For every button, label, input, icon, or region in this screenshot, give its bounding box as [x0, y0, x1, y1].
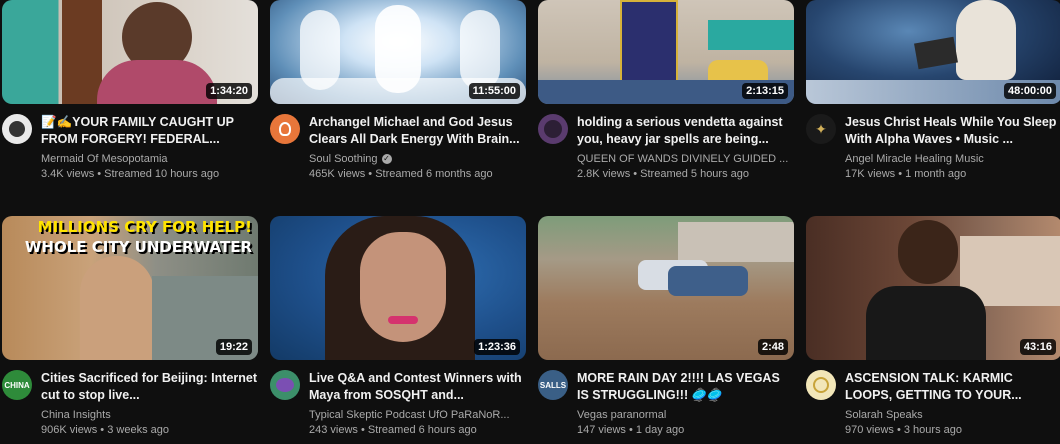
video-thumbnail[interactable]: 2:48 [538, 216, 794, 360]
video-title[interactable]: Cities Sacrificed for Beijing: Internet … [41, 370, 258, 404]
video-card[interactable]: MILLIONS CRY FOR HELP! WHOLE CITY UNDERW… [2, 216, 258, 438]
channel-name[interactable]: China Insights [41, 408, 258, 422]
video-stats: 465K views • Streamed 6 months ago [309, 168, 493, 180]
video-duration: 2:48 [757, 339, 788, 355]
video-duration: 48:00:00 [1003, 83, 1056, 99]
video-title[interactable]: Jesus Christ Heals While You Sleep With … [845, 114, 1060, 148]
channel-name-text: Typical Skeptic Podcast UfO PaRaNoR... [309, 409, 510, 421]
video-title[interactable]: Live Q&A and Contest Winners with Maya f… [309, 370, 526, 404]
video-stats: 243 views • Streamed 6 hours ago [309, 424, 477, 436]
channel-name-text: Vegas paranormal [577, 409, 667, 421]
video-stats: 17K views • 1 month ago [845, 168, 967, 180]
video-card[interactable]: 48:00:00 ✦ Jesus Christ Heals While You … [806, 0, 1060, 182]
verified-icon: ✓ [381, 154, 392, 165]
channel-avatar[interactable] [2, 114, 32, 144]
channel-avatar-text: SALLS [539, 380, 567, 390]
video-duration: 19:22 [215, 339, 252, 355]
video-card[interactable]: 1:34:20 📝✍️YOUR FAMILY CAUGHT UP FROM FO… [2, 0, 258, 182]
thumbnail-caption: MILLIONS CRY FOR HELP! [37, 218, 252, 236]
video-duration: 43:16 [1019, 339, 1056, 355]
video-title[interactable]: holding a serious vendetta against you, … [577, 114, 794, 148]
video-duration: 2:13:15 [742, 83, 788, 99]
video-title[interactable]: ASCENSION TALK: KARMIC LOOPS, GETTING TO… [845, 370, 1060, 404]
video-duration: 11:55:00 [468, 83, 520, 99]
channel-avatar[interactable] [270, 114, 300, 144]
channel-name[interactable]: QUEEN OF WANDS DIVINELY GUIDED ... [577, 152, 794, 166]
channel-name[interactable]: Solarah Speaks [845, 408, 1060, 422]
video-card[interactable]: 1:23:36 Live Q&A and Contest Winners wit… [270, 216, 526, 438]
video-duration: 1:23:36 [474, 339, 520, 355]
video-thumbnail[interactable]: 48:00:00 [806, 0, 1060, 104]
channel-name-text: China Insights [41, 409, 111, 421]
channel-avatar-text: CHINA [4, 380, 30, 390]
video-stats: 2.8K views • Streamed 5 hours ago [577, 168, 749, 180]
channel-avatar[interactable]: SALLS [538, 370, 568, 400]
video-title[interactable]: Archangel Michael and God Jesus Clears A… [309, 114, 526, 148]
video-title[interactable]: MORE RAIN DAY 2!!!! LAS VEGAS IS STRUGGL… [577, 370, 794, 404]
channel-name-text: Soul Soothing [309, 153, 378, 165]
video-grid: 1:34:20 📝✍️YOUR FAMILY CAUGHT UP FROM FO… [0, 0, 1060, 444]
channel-name[interactable]: Mermaid Of Mesopotamia [41, 152, 258, 166]
video-thumbnail[interactable]: 2:13:15 [538, 0, 794, 104]
channel-name[interactable]: Soul Soothing ✓ [309, 152, 526, 166]
video-title[interactable]: 📝✍️YOUR FAMILY CAUGHT UP FROM FORGERY! F… [41, 114, 258, 148]
channel-name-text: Angel Miracle Healing Music [845, 153, 984, 165]
video-stats: 147 views • 1 day ago [577, 424, 685, 436]
channel-name-text: Solarah Speaks [845, 409, 923, 421]
video-thumbnail[interactable]: MILLIONS CRY FOR HELP! WHOLE CITY UNDERW… [2, 216, 258, 360]
channel-name[interactable]: Vegas paranormal [577, 408, 794, 422]
channel-avatar[interactable] [538, 114, 568, 144]
video-thumbnail[interactable]: 43:16 [806, 216, 1060, 360]
channel-name-text: QUEEN OF WANDS DIVINELY GUIDED ... [577, 153, 789, 165]
channel-avatar[interactable]: ✦ [806, 114, 836, 144]
channel-avatar[interactable] [806, 370, 836, 400]
video-stats: 906K views • 3 weeks ago [41, 424, 169, 436]
video-stats: 3.4K views • Streamed 10 hours ago [41, 168, 220, 180]
video-thumbnail[interactable]: 1:23:36 [270, 216, 526, 360]
channel-name-text: Mermaid Of Mesopotamia [41, 153, 168, 165]
video-thumbnail[interactable]: 1:34:20 [2, 0, 258, 104]
channel-avatar[interactable] [270, 370, 300, 400]
video-card[interactable]: 2:13:15 holding a serious vendetta again… [538, 0, 794, 182]
video-card[interactable]: 2:48 SALLS MORE RAIN DAY 2!!!! LAS VEGAS… [538, 216, 794, 438]
channel-name[interactable]: Typical Skeptic Podcast UfO PaRaNoR... [309, 408, 526, 422]
video-stats: 970 views • 3 hours ago [845, 424, 962, 436]
video-thumbnail[interactable]: 11:55:00 [270, 0, 526, 104]
video-duration: 1:34:20 [206, 83, 252, 99]
video-card[interactable]: 11:55:00 Archangel Michael and God Jesus… [270, 0, 526, 182]
channel-name[interactable]: Angel Miracle Healing Music [845, 152, 1060, 166]
thumbnail-caption: WHOLE CITY UNDERWATER [24, 238, 252, 256]
channel-avatar[interactable]: CHINA [2, 370, 32, 400]
video-card[interactable]: 43:16 ASCENSION TALK: KARMIC LOOPS, GETT… [806, 216, 1060, 438]
